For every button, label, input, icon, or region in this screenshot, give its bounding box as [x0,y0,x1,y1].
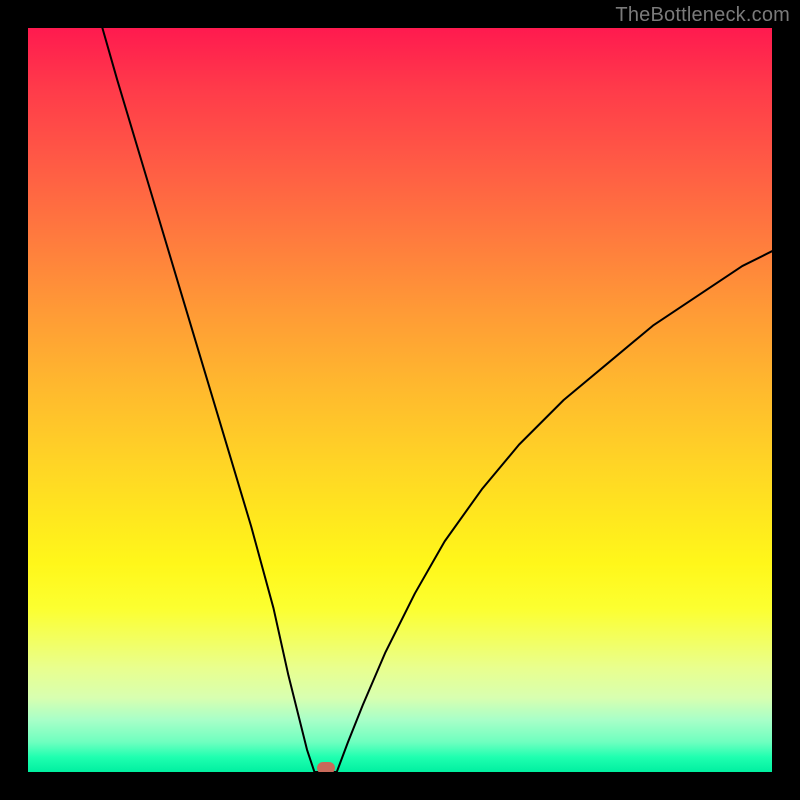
chart-frame: TheBottleneck.com [0,0,800,800]
bottleneck-curve [28,28,772,772]
watermark-text: TheBottleneck.com [615,4,790,27]
plot-area [28,28,772,772]
min-point-marker [317,762,335,772]
